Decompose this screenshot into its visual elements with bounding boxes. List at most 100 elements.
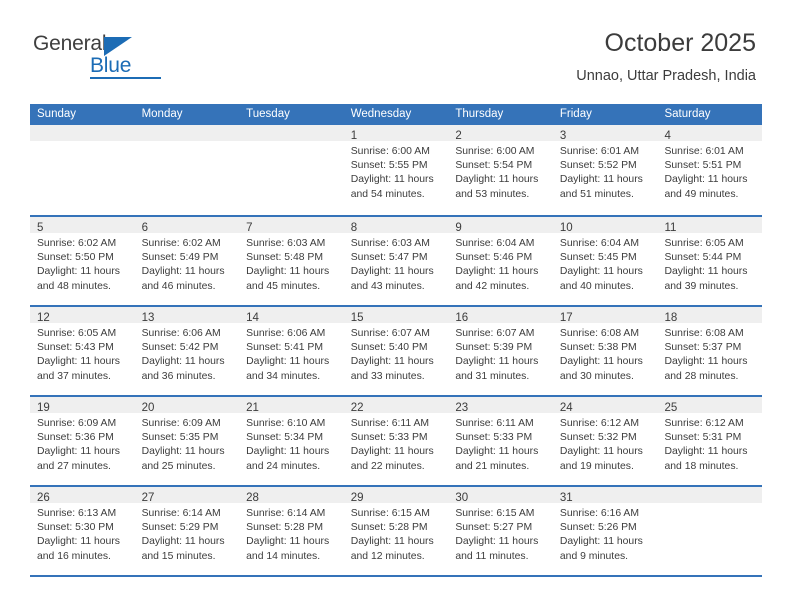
day-details: Sunrise: 6:00 AM Sunset: 5:54 PM Daylight:…	[448, 141, 553, 202]
day-cell-22[interactable]: 22 Sunrise: 6:11 AM Sunset: 5:33 PM Dayligh…	[343, 397, 449, 485]
day-number: 14	[246, 312, 259, 324]
daylight-text-line1: Daylight: 11 hours	[246, 356, 330, 368]
daylight-text-line1: Daylight: 11 hours	[350, 356, 434, 368]
weekday-header-wednesday: Wednesday	[350, 108, 412, 120]
day-cell-17[interactable]: 17 Sunrise: 6:08 AM Sunset: 5:38 PM Dayligh…	[552, 307, 658, 395]
daylight-text-line1: Daylight: 11 hours	[246, 446, 330, 458]
sunrise-text: Sunrise: 6:12 AM	[559, 418, 640, 429]
daylight-text-line2: and 45 minutes.	[246, 280, 321, 292]
day-cell-7[interactable]: 7 Sunrise: 6:03 AM Sunset: 5:48 PM Daylight…	[239, 217, 344, 305]
daylight-text-line1: Daylight: 11 hours	[37, 266, 120, 278]
day-cell-26[interactable]: 26 Sunrise: 6:13 AM Sunset: 5:30 PM Dayligh…	[30, 487, 135, 575]
day-number-header: 9	[448, 217, 553, 234]
day-cell-15[interactable]: 15 Sunrise: 6:07 AM Sunset: 5:40 PM Dayligh…	[343, 307, 449, 395]
day-cell-4[interactable]: 4 Sunrise: 6:01 AM Sunset: 5:51 PM Daylight…	[657, 125, 763, 215]
day-number-header: 8	[343, 217, 449, 234]
daylight-text-line1: Daylight: 11 hours	[455, 174, 539, 186]
day-number: 24	[559, 402, 573, 414]
day-number: 21	[246, 402, 259, 414]
day-number-header: 25	[657, 397, 763, 414]
daylight-text-line1: Daylight: 11 hours	[246, 536, 330, 548]
day-cell-3[interactable]: 3 Sunrise: 6:01 AM Sunset: 5:52 PM Daylight…	[552, 125, 658, 215]
day-number-header	[30, 125, 135, 141]
daylight-text-line1: Daylight: 11 hours	[141, 356, 225, 368]
daylight-text-line2: and 51 minutes.	[559, 188, 634, 200]
daylight-text-line1: Daylight: 11 hours	[559, 446, 643, 458]
day-cell-29[interactable]: 29 Sunrise: 6:15 AM Sunset: 5:28 PM Dayligh…	[343, 487, 449, 575]
day-cell-31[interactable]: 31 Sunrise: 6:16 AM Sunset: 5:26 PM Dayligh…	[552, 487, 658, 575]
daylight-text-line1: Daylight: 11 hours	[559, 266, 643, 278]
day-details: Sunrise: 6:04 AM Sunset: 5:45 PM Daylight:…	[553, 233, 658, 294]
daylight-text-line1: Daylight: 11 hours	[455, 446, 539, 458]
day-cell-20[interactable]: 20 Sunrise: 6:09 AM Sunset: 5:35 PM Dayligh…	[134, 397, 240, 485]
calendar-weeks: 1 Sunrise: 6:00 AM Sunset: 5:55 PM Daylight…	[30, 125, 763, 575]
day-cell-6[interactable]: 6 Sunrise: 6:02 AM Sunset: 5:49 PM Daylight…	[134, 217, 240, 305]
day-cell-12[interactable]: 12 Sunrise: 6:05 AM Sunset: 5:43 PM Dayligh…	[30, 307, 135, 395]
day-cell-18[interactable]: 18 Sunrise: 6:08 AM Sunset: 5:37 PM Dayligh…	[657, 307, 763, 395]
day-cell-14[interactable]: 14 Sunrise: 6:06 AM Sunset: 5:41 PM Dayligh…	[239, 307, 344, 395]
sunrise-text: Sunrise: 6:01 AM	[664, 146, 744, 157]
daylight-text-line2: and 42 minutes.	[455, 280, 530, 292]
sunrise-text: Sunrise: 6:08 AM	[559, 328, 640, 339]
sunset-text: Sunset: 5:36 PM	[37, 432, 114, 444]
sunrise-text: Sunrise: 6:07 AM	[350, 328, 430, 339]
day-cell-19[interactable]: 19 Sunrise: 6:09 AM Sunset: 5:36 PM Dayligh…	[30, 397, 135, 485]
day-number-header	[657, 487, 763, 503]
day-number: 3	[559, 130, 567, 142]
day-number: 29	[350, 492, 364, 504]
day-number-header	[239, 125, 344, 141]
day-cell-25[interactable]: 25 Sunrise: 6:12 AM Sunset: 5:31 PM Dayligh…	[657, 397, 763, 485]
day-cell-2[interactable]: 2 Sunrise: 6:00 AM Sunset: 5:54 PM Daylight…	[448, 125, 553, 215]
sunset-text: Sunset: 5:45 PM	[559, 252, 637, 264]
location-subtitle: Unnao, Uttar Pradesh, India	[576, 68, 756, 84]
day-details: Sunrise: 6:08 AM Sunset: 5:38 PM Daylight:…	[553, 323, 658, 384]
daylight-text-line2: and 33 minutes.	[350, 370, 425, 382]
sunrise-text: Sunrise: 6:09 AM	[141, 418, 221, 429]
sunset-text: Sunset: 5:50 PM	[37, 252, 114, 264]
day-cell-16[interactable]: 16 Sunrise: 6:07 AM Sunset: 5:39 PM Dayligh…	[448, 307, 553, 395]
weekday-header-sunday: Sunday	[37, 108, 77, 120]
day-cell-1[interactable]: 1 Sunrise: 6:00 AM Sunset: 5:55 PM Daylight…	[343, 125, 449, 215]
weekday-header-row: Sunday Monday Tuesday Wednesday Thursday Frid…	[30, 104, 762, 125]
day-cell-9[interactable]: 9 Sunrise: 6:04 AM Sunset: 5:46 PM Daylight…	[448, 217, 553, 305]
day-cell-8[interactable]: 8 Sunrise: 6:03 AM Sunset: 5:47 PM Daylight…	[343, 217, 449, 305]
daylight-text-line1: Daylight: 11 hours	[37, 446, 120, 458]
daylight-text-line1: Daylight: 11 hours	[141, 266, 225, 278]
day-cell-24[interactable]: 24 Sunrise: 6:12 AM Sunset: 5:32 PM Dayligh…	[552, 397, 658, 485]
day-cell-11[interactable]: 11 Sunrise: 6:05 AM Sunset: 5:44 PM Dayligh…	[657, 217, 763, 305]
day-cell-13[interactable]: 13 Sunrise: 6:06 AM Sunset: 5:42 PM Dayligh…	[134, 307, 240, 395]
day-cell-30[interactable]: 30 Sunrise: 6:15 AM Sunset: 5:27 PM Dayligh…	[448, 487, 553, 575]
day-cell-28[interactable]: 28 Sunrise: 6:14 AM Sunset: 5:28 PM Dayligh…	[239, 487, 344, 575]
day-cell-empty	[239, 125, 344, 215]
day-number: 19	[37, 402, 50, 414]
daylight-text-line2: and 36 minutes.	[141, 370, 216, 382]
sunrise-text: Sunrise: 6:14 AM	[141, 508, 221, 519]
day-number-header: 2	[448, 125, 553, 142]
day-details: Sunrise: 6:14 AM Sunset: 5:28 PM Daylight:…	[239, 503, 344, 564]
daylight-text-line1: Daylight: 11 hours	[37, 356, 120, 368]
logo-text-general: General	[33, 32, 107, 55]
day-details: Sunrise: 6:09 AM Sunset: 5:36 PM Daylight:…	[30, 413, 135, 474]
day-details: Sunrise: 6:15 AM Sunset: 5:28 PM Daylight:…	[344, 503, 449, 564]
day-number-header: 19	[30, 397, 135, 414]
daylight-text-line2: and 16 minutes.	[37, 550, 111, 562]
day-number-header: 24	[552, 397, 658, 414]
day-cell-10[interactable]: 10 Sunrise: 6:04 AM Sunset: 5:45 PM Dayligh…	[552, 217, 658, 305]
day-details: Sunrise: 6:12 AM Sunset: 5:31 PM Daylight:…	[657, 413, 762, 474]
daylight-text-line1: Daylight: 11 hours	[559, 536, 643, 548]
day-cell-23[interactable]: 23 Sunrise: 6:11 AM Sunset: 5:33 PM Dayligh…	[448, 397, 553, 485]
day-cell-empty	[134, 125, 240, 215]
day-cell-21[interactable]: 21 Sunrise: 6:10 AM Sunset: 5:34 PM Dayligh…	[239, 397, 344, 485]
day-number: 11	[664, 222, 677, 234]
daylight-text-line1: Daylight: 11 hours	[350, 266, 434, 278]
day-number: 2	[455, 130, 462, 142]
day-number: 25	[664, 402, 678, 414]
day-number: 12	[37, 312, 50, 324]
daylight-text-line1: Daylight: 11 hours	[350, 446, 434, 458]
sunset-text: Sunset: 5:35 PM	[141, 432, 219, 444]
day-number-header: 6	[134, 217, 240, 234]
day-cell-5[interactable]: 5 Sunrise: 6:02 AM Sunset: 5:50 PM Daylight…	[30, 217, 135, 305]
sunset-text: Sunset: 5:48 PM	[246, 252, 323, 264]
sunrise-text: Sunrise: 6:11 AM	[455, 418, 534, 429]
day-cell-27[interactable]: 27 Sunrise: 6:14 AM Sunset: 5:29 PM Dayligh…	[134, 487, 240, 575]
